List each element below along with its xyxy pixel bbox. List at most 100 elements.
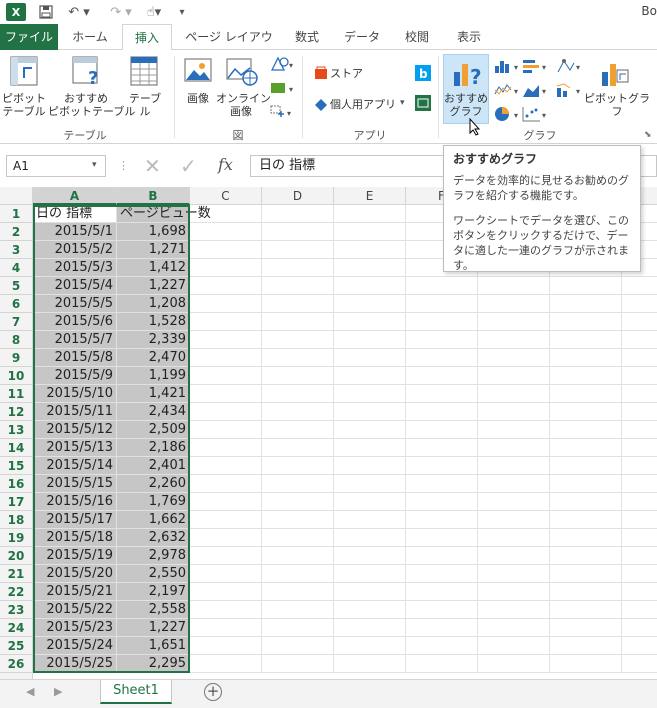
empty-cell[interactable] (478, 565, 550, 583)
empty-cell[interactable] (190, 583, 262, 601)
empty-cell[interactable] (262, 223, 334, 241)
empty-cell[interactable] (190, 385, 262, 403)
empty-cell[interactable] (478, 655, 550, 673)
empty-cell[interactable] (334, 637, 406, 655)
cell-page-views[interactable]: 2,295 (117, 655, 190, 673)
undo-icon[interactable]: ↶ ▾ (66, 3, 92, 21)
empty-cell[interactable] (334, 295, 406, 313)
empty-cell[interactable] (334, 205, 406, 223)
empty-cell[interactable] (550, 421, 622, 439)
empty-cell[interactable] (550, 565, 622, 583)
empty-cell[interactable] (406, 547, 478, 565)
shapes-icon[interactable]: ▾ (270, 56, 294, 75)
empty-cell[interactable] (478, 367, 550, 385)
empty-cell[interactable] (190, 259, 262, 277)
cell-date[interactable]: 2015/5/18 (33, 529, 117, 547)
cell-page-views[interactable]: 2,632 (117, 529, 190, 547)
row-header[interactable]: 11 (0, 385, 33, 403)
online-picture-button[interactable]: オンライン 画像 (216, 92, 271, 118)
empty-cell[interactable] (406, 637, 478, 655)
empty-cell[interactable] (550, 511, 622, 529)
empty-cell[interactable] (190, 313, 262, 331)
empty-cell[interactable] (478, 475, 550, 493)
cell-date[interactable]: 2015/5/13 (33, 439, 117, 457)
tab-review[interactable]: 校閲 (396, 24, 438, 50)
empty-cell[interactable] (478, 403, 550, 421)
empty-cell[interactable] (478, 331, 550, 349)
row-header[interactable]: 9 (0, 349, 33, 367)
empty-cell[interactable] (262, 241, 334, 259)
empty-cell[interactable] (262, 565, 334, 583)
row-header[interactable]: 24 (0, 619, 33, 637)
empty-cell[interactable] (622, 367, 657, 385)
cell-page-views[interactable]: 2,197 (117, 583, 190, 601)
scroll-left-icon[interactable]: ◀ (26, 685, 34, 698)
store-button[interactable]: ストア (330, 67, 370, 80)
scroll-right-icon[interactable]: ▶ (54, 685, 62, 698)
empty-cell[interactable] (262, 331, 334, 349)
empty-cell[interactable] (406, 295, 478, 313)
empty-cell[interactable] (406, 331, 478, 349)
empty-cell[interactable] (262, 493, 334, 511)
empty-cell[interactable] (262, 637, 334, 655)
cancel-entry-icon[interactable]: ✕ (144, 154, 161, 178)
row-header[interactable]: 5 (0, 277, 33, 295)
cell-date[interactable]: 2015/5/17 (33, 511, 117, 529)
cell-page-views[interactable]: 1,662 (117, 511, 190, 529)
empty-cell[interactable] (190, 241, 262, 259)
people-graph-icon[interactable] (414, 94, 432, 115)
empty-cell[interactable] (190, 511, 262, 529)
empty-cell[interactable] (334, 475, 406, 493)
empty-cell[interactable] (262, 385, 334, 403)
cell-date[interactable]: 2015/5/9 (33, 367, 117, 385)
empty-cell[interactable] (334, 511, 406, 529)
empty-cell[interactable] (406, 457, 478, 475)
empty-cell[interactable] (550, 547, 622, 565)
cell-page-views[interactable]: 2,339 (117, 331, 190, 349)
cell-page-views[interactable]: 1,208 (117, 295, 190, 313)
select-all-corner[interactable] (0, 187, 33, 205)
row-header[interactable]: 2 (0, 223, 33, 241)
row-header[interactable]: 20 (0, 547, 33, 565)
empty-cell[interactable] (334, 421, 406, 439)
cell-date[interactable]: 2015/5/14 (33, 457, 117, 475)
cell-page-views[interactable]: 1,227 (117, 619, 190, 637)
empty-cell[interactable] (622, 583, 657, 601)
empty-cell[interactable] (622, 349, 657, 367)
row-header[interactable]: 6 (0, 295, 33, 313)
cell-page-views[interactable]: 2,186 (117, 439, 190, 457)
cell-header-a[interactable]: 日の 指標 (33, 205, 117, 223)
empty-cell[interactable] (478, 313, 550, 331)
area-chart-icon[interactable]: ▾ (522, 82, 552, 101)
cell-date[interactable]: 2015/5/2 (33, 241, 117, 259)
cell-date[interactable]: 2015/5/19 (33, 547, 117, 565)
picture-button[interactable]: 画像 (180, 92, 216, 105)
row-header[interactable]: 19 (0, 529, 33, 547)
cell-page-views[interactable]: 1,651 (117, 637, 190, 655)
tab-page-layout[interactable]: ページ レイアウト (180, 24, 278, 70)
empty-cell[interactable] (334, 493, 406, 511)
cell-page-views[interactable]: 1,698 (117, 223, 190, 241)
empty-cell[interactable] (622, 655, 657, 673)
pie-chart-icon[interactable]: ▾ (494, 106, 524, 125)
empty-cell[interactable] (262, 349, 334, 367)
cell-date[interactable]: 2015/5/3 (33, 259, 117, 277)
cell-date[interactable]: 2015/5/20 (33, 565, 117, 583)
empty-cell[interactable] (262, 367, 334, 385)
empty-cell[interactable] (550, 403, 622, 421)
row-header[interactable]: 21 (0, 565, 33, 583)
row-header[interactable]: 17 (0, 493, 33, 511)
cell-page-views[interactable]: 2,978 (117, 547, 190, 565)
empty-cell[interactable] (622, 475, 657, 493)
empty-cell[interactable] (190, 619, 262, 637)
row-header[interactable]: 7 (0, 313, 33, 331)
empty-cell[interactable] (406, 619, 478, 637)
empty-cell[interactable] (550, 331, 622, 349)
empty-cell[interactable] (550, 583, 622, 601)
add-sheet-icon[interactable]: + (204, 683, 222, 701)
empty-cell[interactable] (190, 205, 262, 223)
empty-cell[interactable] (262, 421, 334, 439)
cell-page-views[interactable]: 1,421 (117, 385, 190, 403)
empty-cell[interactable] (478, 385, 550, 403)
empty-cell[interactable] (550, 619, 622, 637)
